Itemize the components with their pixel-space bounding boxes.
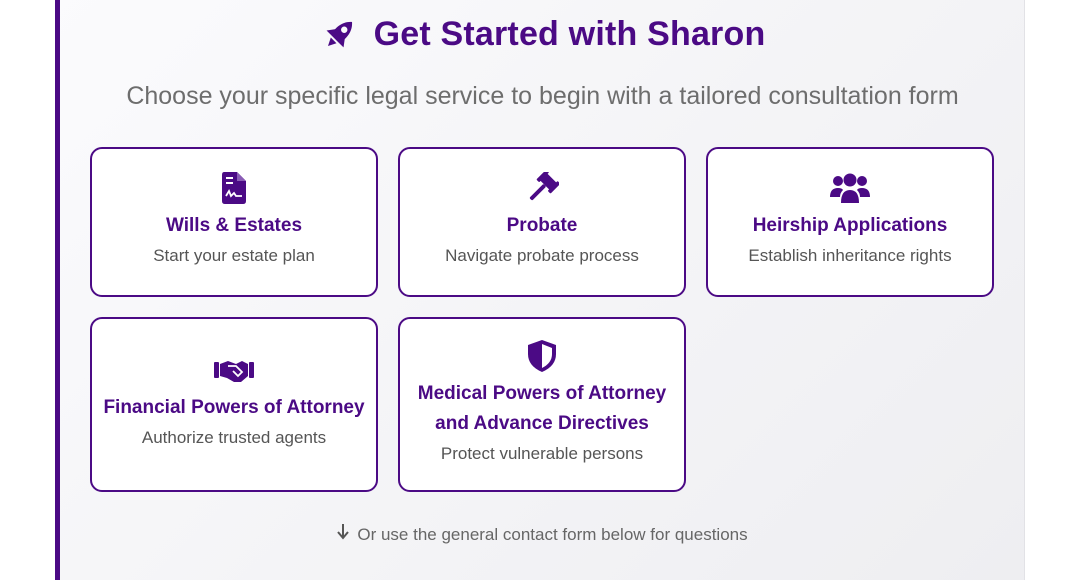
service-card-financial-powers-of-attorney[interactable]: Financial Powers of Attorney Authorize t… — [90, 317, 378, 492]
file-contract-icon — [222, 169, 246, 207]
users-icon — [830, 169, 870, 207]
rocket-icon — [326, 21, 352, 48]
handshake-icon — [214, 357, 254, 385]
service-description: Establish inheritance rights — [748, 246, 952, 265]
page-title: Get Started with Sharon — [373, 14, 766, 53]
service-card-probate[interactable]: Probate Navigate probate process — [398, 147, 686, 297]
page-subtitle: Choose your specific legal service to be… — [126, 82, 959, 110]
general-contact-text: Or use the general contact form below fo… — [357, 525, 748, 544]
service-title-line1: Medical Powers of Attorney — [417, 383, 667, 404]
service-card-wills-estates[interactable]: Wills & Estates Start your estate plan — [90, 147, 378, 297]
service-title: Financial Powers of Attorney — [103, 397, 365, 418]
service-title-line2: and Advance Directives — [435, 413, 649, 434]
general-contact-note: Or use the general contact form below fo… — [60, 524, 1025, 545]
service-description: Authorize trusted agents — [141, 428, 327, 447]
page-header: Get Started with Sharon — [60, 14, 1025, 54]
service-description: Navigate probate process — [445, 246, 639, 265]
service-description: Start your estate plan — [153, 246, 315, 265]
gavel-icon — [525, 169, 559, 207]
service-card-heirship-applications[interactable]: Heirship Applications Establish inherita… — [706, 147, 994, 297]
arrow-down-icon — [337, 524, 350, 545]
shield-icon — [528, 339, 556, 373]
service-title: Heirship Applications — [752, 215, 948, 236]
service-card-medical-powers-of-attorney[interactable]: Medical Powers of Attorney and Advance D… — [398, 317, 686, 492]
service-title: Wills & Estates — [165, 215, 303, 236]
service-title: Probate — [506, 215, 578, 236]
service-description: Protect vulnerable persons — [440, 444, 644, 463]
